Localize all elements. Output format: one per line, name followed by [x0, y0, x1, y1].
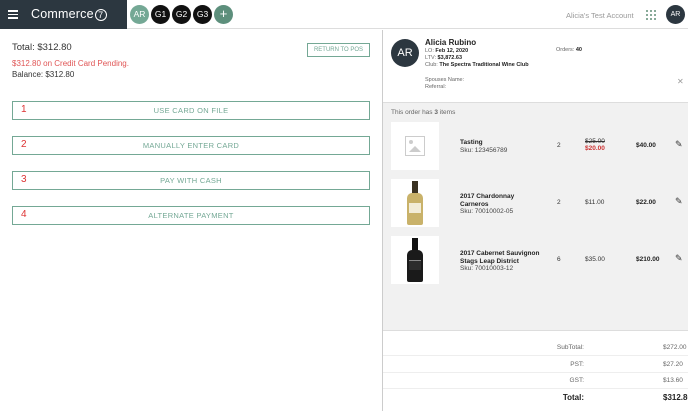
edit-pencil-icon[interactable]: ✎: [675, 197, 683, 206]
customer-name[interactable]: Alicia Rubino: [425, 38, 476, 47]
sale-price: $20.00: [585, 145, 605, 152]
edit-pencil-icon[interactable]: ✎: [675, 140, 683, 149]
item-sku: Sku: 70010002-05: [460, 208, 514, 215]
last-order-date: Feb 12, 2020: [435, 48, 469, 54]
item-qty[interactable]: 2: [557, 142, 561, 149]
original-price: $25.00: [585, 138, 605, 145]
wine-bottle-image: [391, 236, 439, 284]
order-pane: AR Alicia Rubino LO: Feb 12, 2020 LTV: $…: [383, 30, 688, 411]
account-name[interactable]: Alicia's Test Account: [566, 11, 634, 20]
gst-label: GST:: [569, 377, 584, 384]
item-sku: Sku: 70010003-12: [460, 265, 514, 272]
gst-value: $13.60: [663, 377, 683, 384]
club-label: Club:: [425, 62, 438, 68]
edit-pencil-icon[interactable]: ✎: [675, 254, 683, 263]
item-name: 2017 Cabernet Sauvignon Stags Leap Distr…: [460, 250, 540, 265]
customer-card: AR Alicia Rubino LO: Feb 12, 2020 LTV: $…: [383, 30, 688, 103]
brand-mark: 7: [94, 9, 107, 21]
subtotal-label: SubTotal:: [556, 344, 584, 351]
subtotal-value: $272.00: [663, 344, 687, 351]
item-qty[interactable]: 6: [557, 256, 561, 263]
club-name: The Spectra Traditional Wine Club: [439, 62, 529, 68]
pay-with-cash-button[interactable]: 3 PAY WITH CASH: [12, 171, 370, 190]
order-item[interactable]: 2017 Cabernet Sauvignon Stags Leap Distr…: [383, 236, 688, 286]
orders-count: Orders: 40: [556, 47, 582, 53]
note-prefix: This order has: [391, 109, 433, 116]
customer-tabs: AR G1 G2 G3 +: [130, 5, 233, 24]
payment-pane: Total: $312.80 $312.80 on Credit Card Pe…: [0, 30, 382, 411]
option-label: ALTERNATE PAYMENT: [148, 211, 234, 220]
top-bar: Commerce 7 AR G1 G2 G3 + Alicia's Test Ac…: [0, 0, 688, 29]
gst-row: GST: $13.60: [383, 373, 688, 389]
ltv-line: LTV: $3,872.63: [425, 55, 462, 61]
option-label: PAY WITH CASH: [160, 176, 222, 185]
item-total: $22.00: [636, 199, 656, 206]
total-value: $312.80: [663, 393, 688, 402]
pst-label: PST:: [570, 361, 584, 368]
alternate-payment-button[interactable]: 4 ALTERNATE PAYMENT: [12, 206, 370, 225]
pst-value: $27.20: [663, 361, 683, 368]
grand-total-row: Total: $312.80: [383, 390, 688, 406]
orders-value: 40: [575, 47, 582, 53]
option-label: MANUALLY ENTER CARD: [142, 141, 240, 150]
order-totals: SubTotal: $272.00 PST: $27.20 GST: $13.6…: [383, 330, 688, 411]
tab-g3[interactable]: G3: [193, 5, 212, 24]
item-count: 3: [434, 109, 438, 116]
orders-label: Orders:: [556, 47, 575, 53]
pst-row: PST: $27.20: [383, 357, 688, 373]
customer-avatar[interactable]: AR: [391, 39, 419, 67]
order-total: Total: $312.80: [12, 42, 72, 53]
add-tab-button[interactable]: +: [214, 5, 233, 24]
item-name: Tasting: [460, 139, 483, 146]
apps-grid-icon[interactable]: [646, 10, 656, 20]
use-card-on-file-button[interactable]: 1 USE CARD ON FILE: [12, 101, 370, 120]
ltv-label: LTV:: [425, 55, 437, 61]
item-total: $210.00: [636, 256, 660, 263]
order-item-count: This order has 3 items: [391, 109, 455, 116]
item-price: $35.00: [585, 256, 605, 263]
subtotal-row: SubTotal: $272.00: [383, 340, 688, 356]
club-line: Club: The Spectra Traditional Wine Club: [425, 62, 529, 68]
item-qty[interactable]: 2: [557, 199, 561, 206]
item-price: $25.00 $20.00: [585, 138, 605, 152]
last-order-line: LO: Feb 12, 2020: [425, 48, 468, 54]
lifetime-value: $3,872.63: [437, 55, 463, 61]
note-suffix: items: [439, 109, 456, 116]
item-price: $11.00: [585, 199, 605, 206]
item-total: $40.00: [636, 142, 656, 149]
spouses-label: Spouses Name:: [425, 77, 465, 83]
lo-label: LO:: [425, 48, 434, 54]
hamburger-icon[interactable]: [8, 10, 18, 19]
tab-g2[interactable]: G2: [172, 5, 191, 24]
item-name: 2017 Chardonnay Carneros: [460, 193, 515, 208]
brand-block: Commerce 7: [0, 0, 127, 29]
tab-g1[interactable]: G1: [151, 5, 170, 24]
total-label: Total:: [562, 393, 584, 402]
item-sku: Sku: 123456789: [460, 147, 508, 154]
wine-bottle-image: [391, 179, 439, 227]
order-item[interactable]: 2017 Chardonnay Carneros Sku: 70010002-0…: [383, 179, 688, 229]
tab-ar[interactable]: AR: [130, 5, 149, 24]
option-label: USE CARD ON FILE: [153, 106, 229, 115]
pending-notice: $312.80 on Credit Card Pending.: [12, 59, 129, 68]
balance: Balance: $312.80: [12, 70, 75, 79]
brand-name: Commerce: [31, 7, 94, 21]
brand-logo[interactable]: Commerce 7: [31, 7, 107, 21]
referral-label: Referral:: [425, 84, 447, 90]
order-item[interactable]: Tasting Sku: 123456789 2 $25.00 $20.00 $…: [383, 122, 688, 172]
manually-enter-card-button[interactable]: 2 MANUALLY ENTER CARD: [12, 136, 370, 155]
return-to-pos-button[interactable]: RETURN TO POS: [307, 43, 370, 57]
close-icon[interactable]: ✕: [677, 77, 684, 86]
image-placeholder-icon: [391, 122, 439, 170]
user-avatar[interactable]: AR: [666, 5, 685, 24]
